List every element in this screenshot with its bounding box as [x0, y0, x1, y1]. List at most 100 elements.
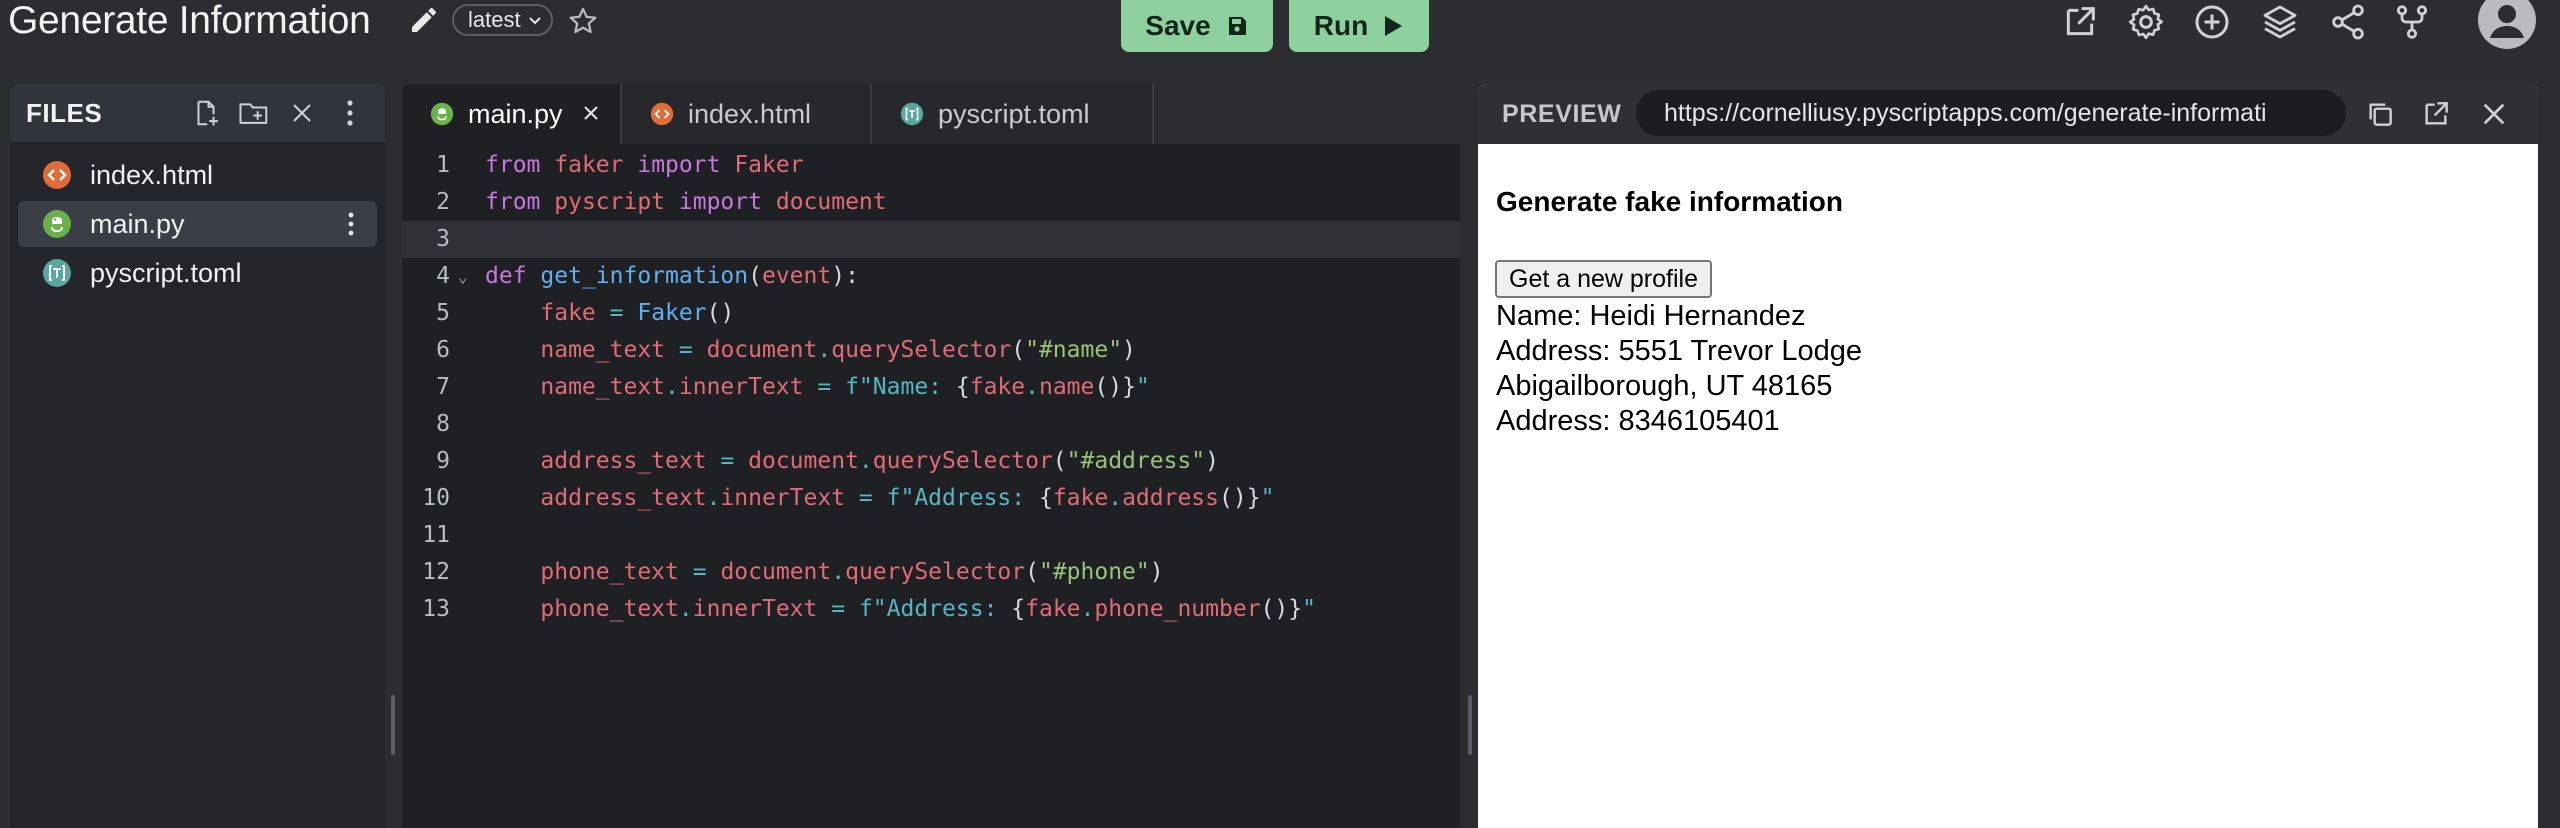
line-number: 13 — [422, 596, 450, 622]
editor-panel: main.py index.html pyscript.toml 1 from f… — [402, 84, 1460, 828]
code-text: phone_text = document.querySelector("#ph… — [540, 559, 1164, 585]
close-files-button[interactable] — [283, 94, 321, 132]
star-icon[interactable] — [566, 4, 600, 38]
code-text: from faker import Faker — [485, 152, 804, 178]
tab-label: main.py — [468, 98, 563, 129]
layers-icon[interactable] — [2260, 2, 2300, 42]
new-file-button[interactable] — [187, 94, 225, 132]
html-file-icon — [650, 102, 674, 126]
code-line[interactable]: 13 phone_text.innerText = f"Address: {fa… — [402, 591, 1460, 628]
save-button[interactable]: Save — [1121, 0, 1273, 52]
python-file-icon — [430, 102, 454, 126]
file-item-menu-icon[interactable] — [335, 208, 367, 240]
line-number: 5 — [436, 300, 450, 326]
code-text: name_text = document.querySelector("#nam… — [540, 337, 1136, 363]
new-folder-icon — [239, 103, 268, 124]
code-line[interactable]: 5 fake = Faker() — [402, 295, 1460, 332]
html-file-icon — [43, 161, 71, 189]
toml-file-icon — [43, 259, 71, 287]
save-button-label: Save — [1145, 10, 1211, 41]
editor-preview-splitter[interactable] — [1468, 695, 1472, 755]
preview-phone-line: Address: 8346105401 — [1496, 405, 1780, 437]
code-line[interactable]: 8 — [402, 406, 1460, 443]
toml-file-icon — [900, 102, 924, 126]
add-circle-icon[interactable] — [2192, 2, 2232, 42]
code-line[interactable]: 6 name_text = document.querySelector("#n… — [402, 332, 1460, 369]
code-text: address_text = document.querySelector("#… — [540, 448, 1219, 474]
open-external-icon[interactable] — [2420, 98, 2452, 130]
code-line[interactable]: 2 from pyscript import document — [402, 184, 1460, 221]
close-icon[interactable] — [2478, 98, 2510, 130]
line-number: 8 — [436, 411, 450, 437]
run-button[interactable]: Run — [1289, 0, 1429, 52]
line-number: 1 — [436, 152, 450, 178]
run-button-label: Run — [1313, 10, 1369, 41]
line-number: 7 — [436, 374, 450, 400]
play-icon — [1385, 16, 1403, 36]
tab-label: index.html — [688, 98, 812, 129]
version-select[interactable]: latest — [452, 4, 553, 36]
files-menu-button[interactable] — [331, 94, 369, 132]
code-line[interactable]: 4 ⌄ def get_information(event): — [402, 258, 1460, 295]
edit-pencil-icon[interactable] — [408, 4, 440, 36]
code-text: name_text.innerText = f"Name: {fake.name… — [540, 374, 1150, 400]
code-text: fake = Faker() — [540, 300, 735, 326]
new-file-icon — [197, 100, 218, 126]
files-actions — [187, 94, 369, 132]
open-external-icon[interactable] — [2060, 2, 2100, 42]
code-line[interactable]: 1 from faker import Faker — [402, 147, 1460, 184]
code-line[interactable]: 11 — [402, 517, 1460, 554]
user-avatar-icon[interactable] — [2477, 0, 2537, 50]
floppy-disk-icon — [1228, 17, 1246, 35]
file-item-main-py[interactable]: main.py — [18, 201, 377, 247]
editor-tabbar: main.py index.html pyscript.toml — [402, 84, 1460, 144]
line-number: 4 — [436, 263, 450, 289]
preview-heading: Generate fake information — [1496, 186, 1843, 217]
kebab-menu-icon — [347, 100, 353, 126]
file-item-pyscript-toml[interactable]: pyscript.toml — [18, 250, 377, 296]
chevron-down-icon — [528, 17, 541, 25]
share-icon[interactable] — [2328, 2, 2368, 42]
app-title: Generate Information — [8, 0, 371, 42]
file-item-label: pyscript.toml — [90, 257, 242, 288]
preview-address-line-2: Abigailborough, UT 48165 — [1496, 370, 1833, 402]
code-text: address_text.innerText = f"Address: {fak… — [540, 485, 1275, 511]
tab-label: pyscript.toml — [938, 98, 1090, 129]
preview-url-field[interactable]: https://cornelliusy.pyscriptapps.com/gen… — [1636, 90, 2346, 136]
preview-header: PREVIEW https://cornelliusy.pyscriptapps… — [1478, 84, 2538, 144]
copy-icon[interactable] — [2364, 98, 2396, 130]
preview-name-line: Name: Heidi Hernandez — [1496, 300, 1806, 332]
git-fork-icon[interactable] — [2392, 2, 2432, 42]
gear-icon[interactable] — [2126, 2, 2166, 42]
line-number: 9 — [436, 448, 450, 474]
close-icon — [293, 104, 311, 122]
file-list: index.html main.py pyscript.toml — [10, 142, 385, 296]
fold-chevron-icon[interactable]: ⌄ — [458, 258, 468, 295]
line-number: 10 — [422, 485, 450, 511]
code-line[interactable]: 3 — [402, 221, 1460, 258]
files-panel-header: FILES — [10, 84, 385, 142]
file-item-label: index.html — [90, 159, 214, 190]
version-select-value: latest — [468, 7, 521, 32]
code-line[interactable]: 7 name_text.innerText = f"Name: {fake.na… — [402, 369, 1460, 406]
files-panel-title: FILES — [26, 97, 103, 128]
new-profile-button[interactable]: Get a new profile — [1495, 260, 1712, 298]
file-item-label: main.py — [90, 208, 185, 239]
top-bar: Generate Information latest Save Run — [0, 0, 2560, 80]
code-line[interactable]: 10 address_text.innerText = f"Address: {… — [402, 480, 1460, 517]
close-tab-icon[interactable] — [580, 102, 602, 124]
new-folder-button[interactable] — [235, 94, 273, 132]
files-editor-splitter[interactable] — [391, 695, 395, 755]
tab-main-py[interactable]: main.py — [402, 84, 622, 144]
code-editor[interactable]: 1 from faker import Faker 2 from pyscript i… — [402, 147, 1460, 628]
tab-pyscript-toml[interactable]: pyscript.toml — [872, 84, 1154, 144]
code-line[interactable]: 9 address_text = document.querySelector(… — [402, 443, 1460, 480]
line-number: 2 — [436, 189, 450, 215]
code-line[interactable]: 12 phone_text = document.querySelector("… — [402, 554, 1460, 591]
code-text: from pyscript import document — [485, 189, 887, 215]
file-item-index-html[interactable]: index.html — [18, 152, 377, 198]
tab-index-html[interactable]: index.html — [622, 84, 872, 144]
preview-title: PREVIEW — [1502, 99, 1622, 128]
line-number: 12 — [422, 559, 450, 585]
line-number: 3 — [436, 226, 450, 252]
